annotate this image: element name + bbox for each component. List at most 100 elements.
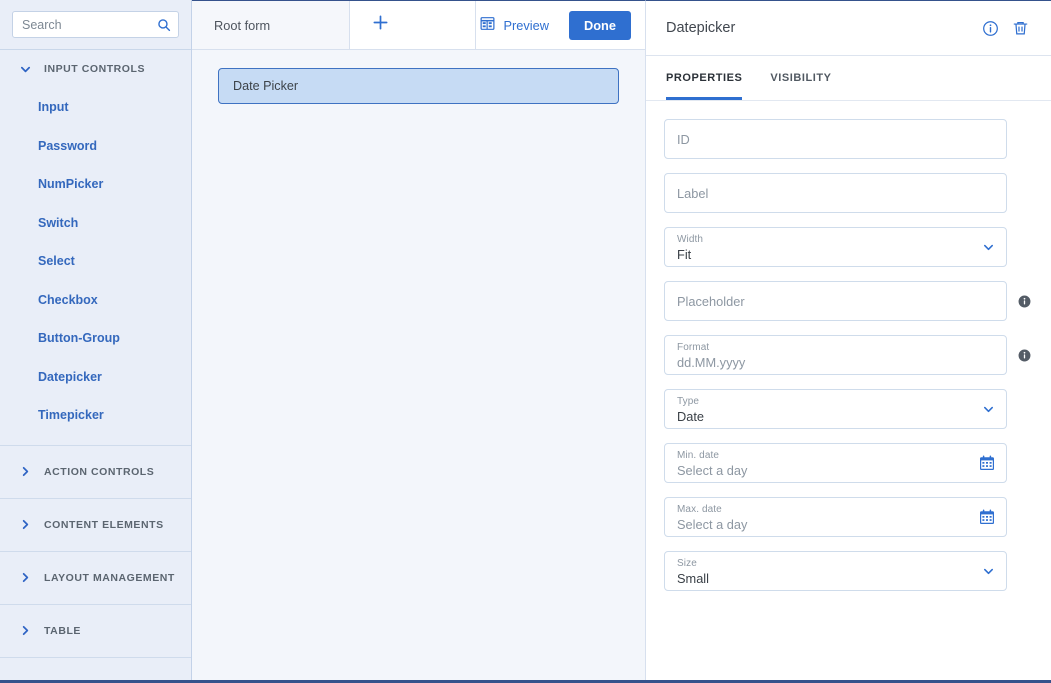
field-row-max-date: Max. date Select a day	[664, 497, 1033, 537]
canvas-widget-date-picker[interactable]: Date Picker	[218, 68, 619, 104]
sidebar-section-layout-management: LAYOUT MANAGEMENT	[0, 552, 191, 605]
sidebar-filler	[0, 657, 191, 680]
sidebar-section-content-elements: CONTENT ELEMENTS	[0, 499, 191, 552]
toolbar-actions: Preview Done	[476, 1, 645, 49]
calendar-icon[interactable]	[979, 455, 995, 471]
panel-tabs: PROPERTIES VISIBILITY	[646, 56, 1051, 101]
field-min-date[interactable]: Min. date Select a day	[664, 443, 1007, 483]
field-id[interactable]: ID	[664, 119, 1007, 159]
sidebar-item-password[interactable]: Password	[0, 127, 191, 166]
chevron-right-icon	[18, 572, 32, 583]
field-row-size: Size Small	[664, 551, 1033, 591]
field-value-width: Fit	[677, 247, 692, 262]
tab-root-form[interactable]: Root form	[192, 1, 351, 49]
chevron-down-icon[interactable]	[982, 565, 995, 578]
field-value-type: Date	[677, 409, 705, 424]
field-row-type: Type Date	[664, 389, 1033, 429]
sidebar-section-title: ACTION CONTROLS	[44, 465, 155, 478]
field-size[interactable]: Size Small	[664, 551, 1007, 591]
search-container	[0, 0, 191, 50]
field-label[interactable]: Label	[664, 173, 1007, 213]
sidebar-item-checkbox[interactable]: Checkbox	[0, 281, 191, 320]
chevron-right-icon	[18, 519, 32, 530]
calendar-icon[interactable]	[979, 509, 995, 525]
field-placeholder-id: ID	[677, 131, 690, 147]
chevron-right-icon	[18, 466, 32, 477]
sidebar-section-header[interactable]: TABLE	[0, 605, 191, 657]
field-label-max-date: Max. date	[677, 504, 722, 515]
preview-button[interactable]: Preview	[476, 12, 553, 38]
info-icon-placeholder[interactable]	[1015, 295, 1033, 308]
field-placeholder-label: Label	[677, 185, 709, 201]
form-tab-label: Root form	[214, 17, 271, 33]
field-row-id: ID	[664, 119, 1033, 159]
field-label-min-date: Min. date	[677, 450, 720, 461]
sidebar: INPUT CONTROLS InputPasswordNumPickerSwit…	[0, 0, 192, 680]
sidebar-section-header[interactable]: CONTENT ELEMENTS	[0, 499, 191, 551]
tab-visibility[interactable]: VISIBILITY	[770, 56, 831, 100]
sidebar-sections: INPUT CONTROLS Input Password NumPicker Swit…	[0, 50, 191, 658]
search-box[interactable]	[12, 11, 179, 38]
chevron-down-icon[interactable]	[982, 241, 995, 254]
field-type[interactable]: Type Date	[664, 389, 1007, 429]
field-width[interactable]: Width Fit	[664, 227, 1007, 267]
done-button[interactable]: Done	[569, 10, 631, 40]
field-label-format: Format	[677, 342, 710, 353]
sidebar-item-input[interactable]: Input	[0, 88, 191, 127]
add-form-tab-button[interactable]	[350, 1, 477, 49]
field-row-width: Width Fit	[664, 227, 1033, 267]
field-row-format: Format dd.MM.yyyy	[664, 335, 1033, 375]
sidebar-section-items: Input Password NumPicker Switch Select Checkb…	[0, 88, 191, 445]
plus-icon	[372, 14, 389, 36]
chevron-down-icon[interactable]	[982, 403, 995, 416]
sidebar-item-datepicker[interactable]: Datepicker	[0, 358, 191, 397]
panel-title: Datepicker	[666, 20, 736, 36]
field-format[interactable]: Format dd.MM.yyyy	[664, 335, 1007, 375]
sidebar-section-header[interactable]: INPUT CONTROLS	[0, 50, 191, 88]
trash-icon[interactable]	[1005, 13, 1035, 43]
field-placeholder-format: dd.MM.yyyy	[677, 355, 746, 370]
field-row-min-date: Min. date Select a day	[664, 443, 1033, 483]
chevron-down-icon	[18, 64, 32, 75]
panel-fields: ID Label Width Fit Placeholder Format dd.MM.yy…	[646, 101, 1051, 680]
sidebar-section-input-controls: INPUT CONTROLS Input Password NumPicker Swit…	[0, 50, 191, 446]
search-input[interactable]	[13, 12, 178, 37]
sidebar-section-table: TABLE	[0, 605, 191, 658]
canvas-widget-list: Date Picker	[218, 68, 619, 104]
sidebar-section-title: TABLE	[44, 624, 81, 637]
field-label-type: Type	[677, 396, 700, 407]
chevron-right-icon	[18, 625, 32, 636]
preview-label: Preview	[503, 17, 549, 33]
field-placeholder-placeholder: Placeholder	[677, 293, 745, 309]
field-label-size: Size	[677, 558, 697, 569]
panel-header: Datepicker	[646, 1, 1051, 56]
properties-panel: Datepicker PROPERTIES VISIBILITY ID Labe…	[645, 0, 1051, 680]
info-icon-format[interactable]	[1015, 349, 1033, 362]
field-row-placeholder: Placeholder	[664, 281, 1033, 321]
sidebar-section-action-controls: ACTION CONTROLS	[0, 446, 191, 499]
search-icon[interactable]	[157, 18, 171, 32]
center-area: Root form Preview Done Date Picker	[192, 0, 645, 680]
field-row-label: Label	[664, 173, 1033, 213]
field-value-size: Small	[677, 571, 709, 586]
sidebar-section-header[interactable]: ACTION CONTROLS	[0, 446, 191, 498]
field-placeholder-max-date: Select a day	[677, 517, 748, 532]
field-max-date[interactable]: Max. date Select a day	[664, 497, 1007, 537]
field-label-width: Width	[677, 234, 704, 245]
sidebar-section-title: LAYOUT MANAGEMENT	[44, 571, 175, 584]
form-canvas[interactable]: Date Picker	[192, 50, 645, 680]
tab-properties[interactable]: PROPERTIES	[666, 56, 743, 100]
sidebar-item-numpicker[interactable]: NumPicker	[0, 165, 191, 204]
sidebar-item-timepicker[interactable]: Timepicker	[0, 396, 191, 435]
layout-preview-icon	[480, 16, 495, 34]
sidebar-section-header[interactable]: LAYOUT MANAGEMENT	[0, 552, 191, 604]
sidebar-item-switch[interactable]: Switch	[0, 204, 191, 243]
field-placeholder[interactable]: Placeholder	[664, 281, 1007, 321]
field-placeholder-min-date: Select a day	[677, 463, 748, 478]
sidebar-item-button-group[interactable]: Button-Group	[0, 319, 191, 358]
form-tab-bar: Root form Preview Done	[192, 0, 645, 50]
sidebar-section-title: INPUT CONTROLS	[44, 63, 146, 75]
sidebar-item-select[interactable]: Select	[0, 242, 191, 281]
info-circle-icon[interactable]	[975, 13, 1005, 43]
app-root: INPUT CONTROLS InputPasswordNumPickerSwit…	[0, 0, 1051, 683]
